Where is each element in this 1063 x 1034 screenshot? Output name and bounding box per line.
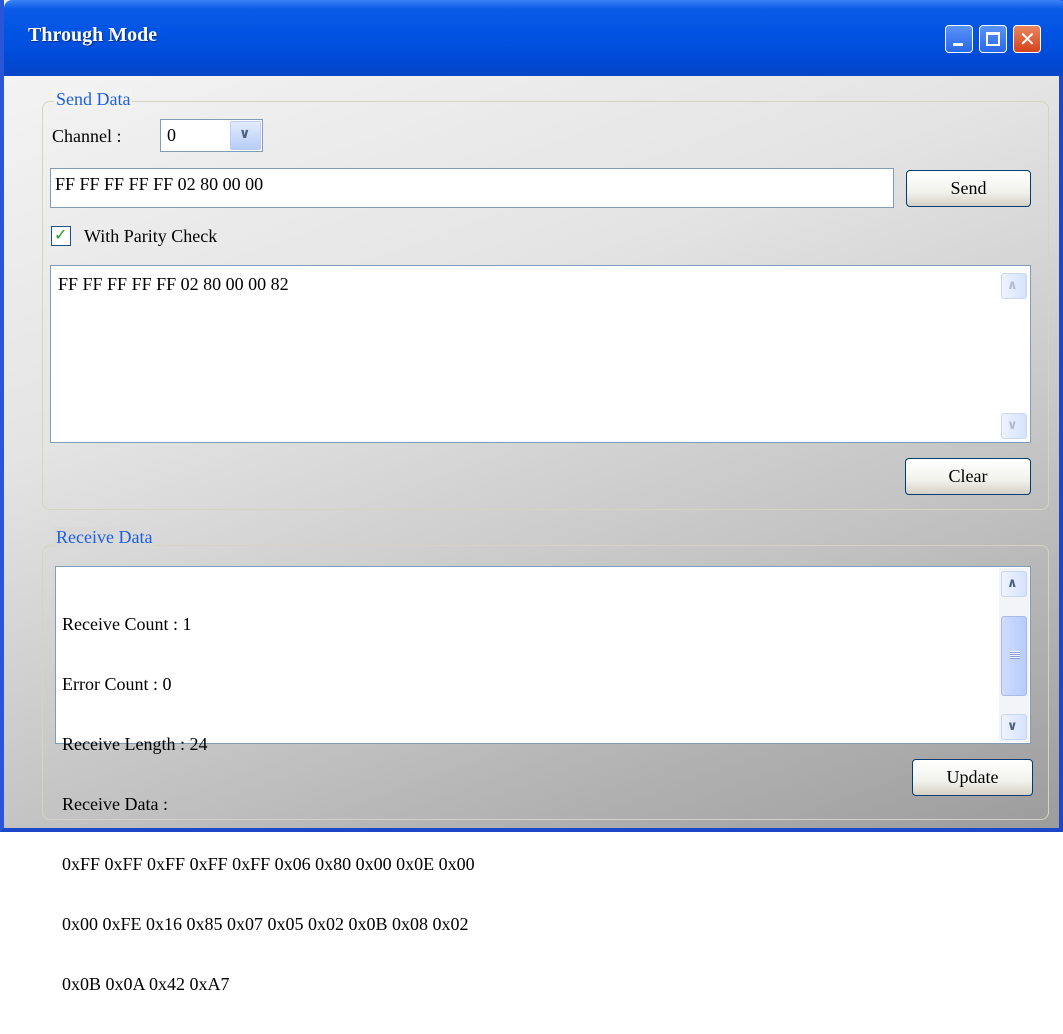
receive-line: 0x00 0xFE 0x16 0x85 0x07 0x05 0x02 0x0B … bbox=[62, 914, 469, 934]
maximize-icon[interactable] bbox=[979, 25, 1007, 53]
receive-line: 0x0B 0x0A 0x42 0xA7 bbox=[62, 974, 230, 994]
parity-check-label: With Parity Check bbox=[84, 226, 218, 246]
send-data-input[interactable]: FF FF FF FF FF 02 80 00 00 bbox=[50, 168, 894, 208]
channel-select[interactable]: 0 ∨ bbox=[160, 119, 263, 152]
chevron-up-icon[interactable]: ∧ bbox=[1001, 571, 1027, 597]
receive-output-text: Receive Count : 1 Error Count : 0 Receiv… bbox=[62, 574, 475, 1034]
receive-line: Receive Length : 24 bbox=[62, 734, 208, 754]
chevron-down-icon[interactable]: ∨ bbox=[230, 121, 261, 150]
receive-line: Receive Count : 1 bbox=[62, 614, 192, 634]
channel-value: 0 bbox=[167, 125, 176, 145]
send-output-scrollbar[interactable]: ∧ ∨ bbox=[999, 267, 1029, 441]
parity-check-checkbox[interactable]: ✓ bbox=[51, 225, 71, 246]
scroll-thumb[interactable] bbox=[1001, 616, 1027, 696]
through-mode-window: Through Mode ✕ Send Data Channel : 0 ∨ F… bbox=[0, 0, 1063, 994]
minimize-icon[interactable] bbox=[945, 25, 973, 53]
window-title: Through Mode bbox=[28, 24, 158, 46]
grip-icon bbox=[1010, 651, 1020, 659]
update-button[interactable]: Update bbox=[912, 759, 1033, 796]
chevron-down-icon[interactable]: ∨ bbox=[1001, 714, 1027, 740]
receive-output-area[interactable]: Receive Count : 1 Error Count : 0 Receiv… bbox=[55, 566, 1031, 994]
receive-line: Receive Data : bbox=[62, 794, 168, 814]
send-button[interactable]: Send bbox=[906, 170, 1031, 207]
receive-line: Error Count : 0 bbox=[62, 674, 172, 694]
receive-line: 0xFF 0xFF 0xFF 0xFF 0xFF 0x06 0x80 0x00 … bbox=[62, 854, 475, 874]
close-icon[interactable]: ✕ bbox=[1013, 25, 1041, 53]
send-data-label: Send Data bbox=[54, 89, 133, 109]
send-output-area[interactable]: FF FF FF FF FF 02 80 00 00 82 ∧ ∨ bbox=[50, 265, 1031, 443]
clear-button[interactable]: Clear bbox=[905, 458, 1031, 495]
send-output-text: FF FF FF FF FF 02 80 00 00 82 bbox=[58, 274, 289, 294]
channel-label: Channel : bbox=[52, 126, 122, 146]
chevron-down-icon[interactable]: ∨ bbox=[1001, 413, 1027, 439]
checkmark-icon: ✓ bbox=[54, 225, 68, 244]
chevron-up-icon[interactable]: ∧ bbox=[1001, 273, 1027, 299]
title-bar[interactable]: Through Mode ✕ bbox=[4, 0, 1063, 76]
receive-output-scrollbar[interactable]: ∧ ∨ bbox=[999, 568, 1029, 742]
receive-data-label: Receive Data bbox=[54, 527, 155, 547]
